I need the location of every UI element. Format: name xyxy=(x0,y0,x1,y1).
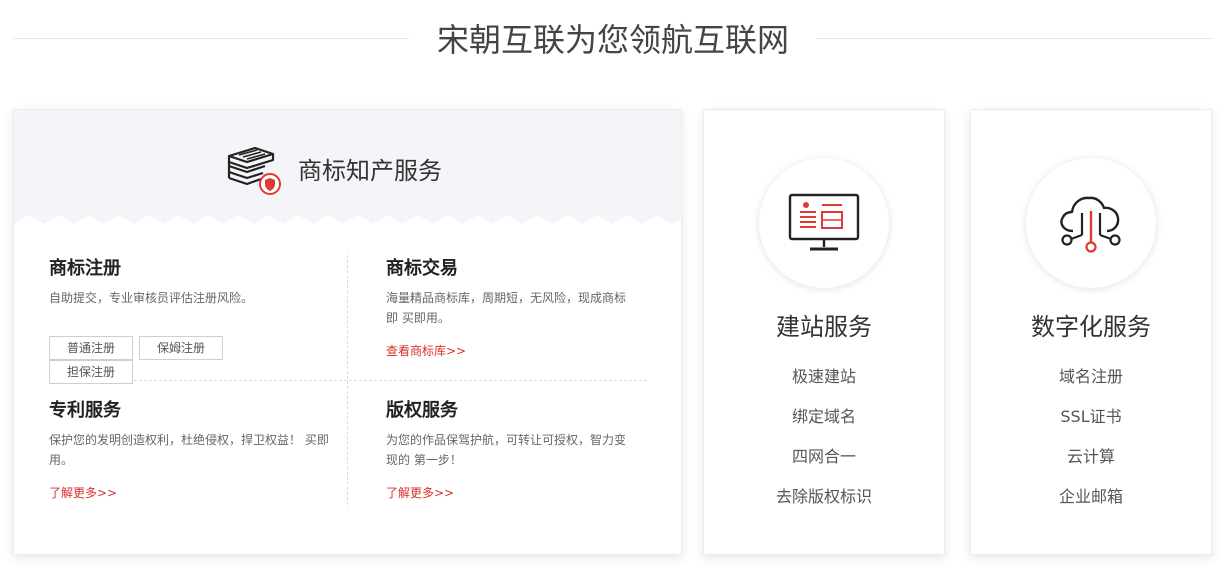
website-icon-circle xyxy=(759,158,889,288)
books-shield-icon xyxy=(227,146,281,195)
list-item[interactable]: 四网合一 xyxy=(704,447,944,487)
digital-icon-circle xyxy=(1026,158,1156,288)
monitor-icon xyxy=(788,193,860,251)
copyright-service: 版权服务 为您的作品保驾护航，可转让可授权，智力变现的 第一步！ 了解更多>> xyxy=(386,398,636,502)
service-description: 自助提交，专业审核员评估注册风险。 xyxy=(49,291,254,305)
website-services-card: 建站服务 极速建站 绑定域名 四网合一 去除版权标识 xyxy=(703,109,945,555)
patent-service: 专利服务 保护您的发明创造权利，杜绝侵权，捍卫权益！ 买即用。 了解更多>> xyxy=(49,398,334,502)
digital-service-list: 域名注册 SSL证书 云计算 企业邮箱 xyxy=(971,367,1211,527)
trademark-registration: 商标注册 自助提交，专业审核员评估注册风险。 普通注册 保姆注册担保注册 xyxy=(49,256,319,384)
header-divider-right xyxy=(817,38,1213,39)
list-item[interactable]: 域名注册 xyxy=(971,367,1211,407)
cloud-network-icon xyxy=(1060,196,1121,253)
ip-card-header: 商标知产服务 xyxy=(14,110,681,232)
service-title: 商标注册 xyxy=(49,258,121,279)
nanny-registration-button[interactable]: 保姆注册 xyxy=(139,336,224,360)
patent-learn-more-link[interactable]: 了解更多>> xyxy=(49,484,117,502)
ip-card-title: 商标知产服务 xyxy=(298,157,442,185)
list-item[interactable]: 去除版权标识 xyxy=(704,487,944,527)
service-description: 为您的作品保驾护航，可转让可授权，智力变现的 第一步！ xyxy=(386,433,627,467)
list-item[interactable]: 企业邮箱 xyxy=(971,487,1211,527)
section-title: 宋朝互联为您领航互联网 xyxy=(436,21,789,59)
header-divider-left xyxy=(13,38,409,39)
service-description: 海量精品商标库，周期短，无风险，现成商标即 买即用。 xyxy=(386,291,627,325)
registration-options: 普通注册 保姆注册担保注册 xyxy=(49,336,319,384)
copyright-learn-more-link[interactable]: 了解更多>> xyxy=(386,484,454,502)
service-description: 保护您的发明创造权利，杜绝侵权，捍卫权益！ 买即用。 xyxy=(49,433,329,467)
list-item[interactable]: SSL证书 xyxy=(971,407,1211,447)
ip-services-card: 商标知产服务 商标注册 自助提交，专业审核员评估注册风险。 普通注册 保姆注册担保… xyxy=(13,109,682,555)
trademark-trading: 商标交易 海量精品商标库，周期短，无风险，现成商标即 买即用。 查看商标库>> xyxy=(386,256,636,360)
website-service-list: 极速建站 绑定域名 四网合一 去除版权标识 xyxy=(704,367,944,527)
website-card-title: 建站服务 xyxy=(776,313,872,341)
zigzag-edge xyxy=(14,215,681,232)
list-item[interactable]: 极速建站 xyxy=(704,367,944,407)
service-title: 版权服务 xyxy=(386,400,458,421)
list-item[interactable]: 绑定域名 xyxy=(704,407,944,447)
list-item[interactable]: 云计算 xyxy=(971,447,1211,487)
service-title: 商标交易 xyxy=(386,258,458,279)
view-trademark-library-link[interactable]: 查看商标库>> xyxy=(386,342,466,360)
guaranteed-registration-button[interactable]: 担保注册 xyxy=(49,360,134,384)
normal-registration-button[interactable]: 普通注册 xyxy=(49,336,134,360)
service-title: 专利服务 xyxy=(49,400,121,421)
digital-services-card: 数字化服务 域名注册 SSL证书 云计算 企业邮箱 xyxy=(970,109,1212,555)
digital-card-title: 数字化服务 xyxy=(1031,313,1151,341)
